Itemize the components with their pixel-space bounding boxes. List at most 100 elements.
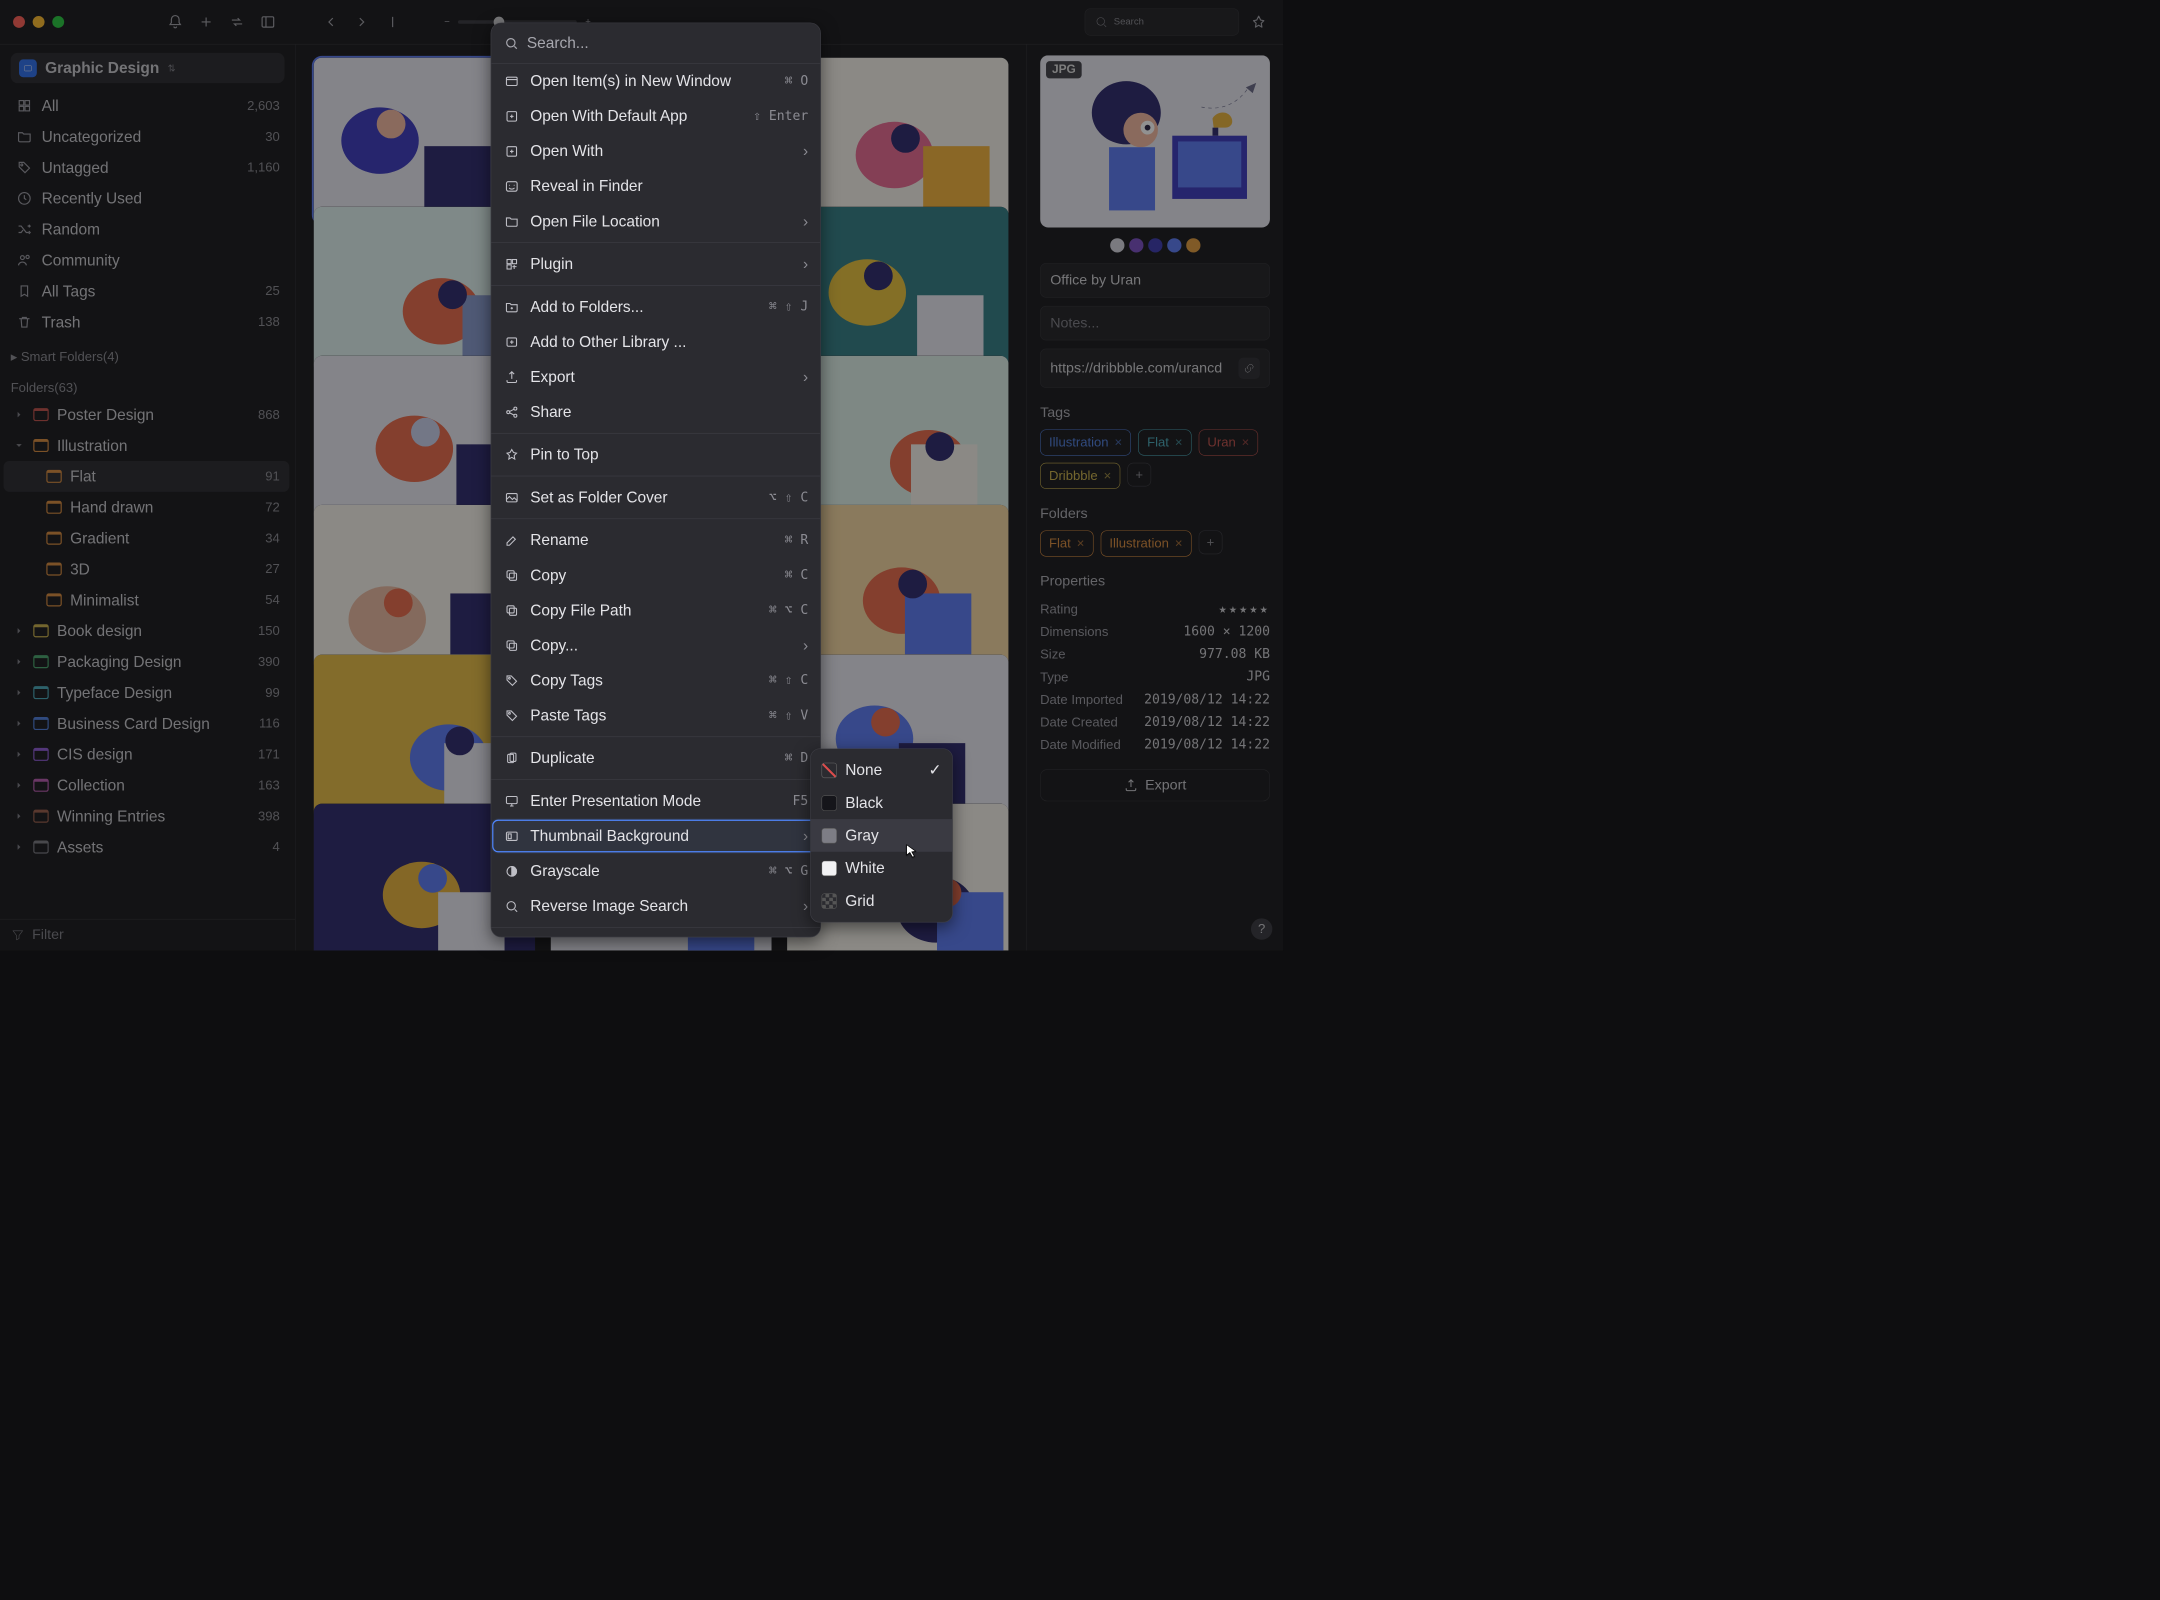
forward-icon[interactable] <box>350 11 373 34</box>
menu-reverse-image-search[interactable]: Reverse Image Search › <box>491 889 820 924</box>
library-switcher[interactable]: Graphic Design ⇅ <box>11 53 285 83</box>
folder-illustration[interactable]: Illustration <box>4 430 290 461</box>
url-field[interactable]: https://dribbble.com/urancd <box>1040 349 1270 388</box>
folders-label[interactable]: Folders(63) <box>0 368 295 399</box>
folder-count: 27 <box>265 561 280 576</box>
menu-share[interactable]: Share <box>491 394 820 429</box>
color-swatch[interactable] <box>1129 238 1143 252</box>
folder-assets[interactable]: Assets 4 <box>4 832 290 863</box>
menu-copy-file-path[interactable]: Copy File Path ⌘ ⌥ C <box>491 593 820 628</box>
remove-tag-icon[interactable]: × <box>1242 435 1250 450</box>
folder-typeface design[interactable]: Typeface Design 99 <box>4 677 290 708</box>
help-button[interactable]: ? <box>1251 918 1272 939</box>
folder-label: Assets <box>57 838 103 856</box>
submenu-white[interactable]: White <box>811 852 952 885</box>
menu-copy-[interactable]: Copy... › <box>491 628 820 663</box>
submenu-none[interactable]: None ✓ <box>811 754 952 787</box>
sidebar-filter[interactable]: Filter <box>0 919 295 950</box>
menu-add-to-folders-[interactable]: Add to Folders... ⌘ ⇧ J <box>491 289 820 324</box>
color-swatch[interactable] <box>1186 238 1200 252</box>
menu-open-with[interactable]: Open With › <box>491 134 820 169</box>
path-icon[interactable] <box>381 11 404 34</box>
remove-tag-icon[interactable]: × <box>1115 435 1123 450</box>
remove-folder-icon[interactable]: × <box>1175 536 1183 551</box>
menu-reveal-in-finder[interactable]: Reveal in Finder <box>491 169 820 204</box>
menu-open-with-default-app[interactable]: Open With Default App ⇧ Enter <box>491 99 820 134</box>
folder-chip[interactable]: Flat× <box>1040 531 1093 557</box>
context-menu-search[interactable]: Search... <box>491 23 820 63</box>
add-folder-button[interactable]: + <box>1199 531 1223 555</box>
sync-icon[interactable] <box>226 11 249 34</box>
subfolder-hand drawn[interactable]: Hand drawn 72 <box>4 492 290 523</box>
link-icon[interactable] <box>1238 358 1259 379</box>
menu-export[interactable]: Export › <box>491 359 820 394</box>
present-icon <box>503 794 521 808</box>
subfolder-flat[interactable]: Flat 91 <box>4 461 290 492</box>
menu-pin-to-top[interactable]: Pin to Top <box>491 437 820 472</box>
sidebar-item-all tags[interactable]: All Tags 25 <box>6 276 289 307</box>
menu-open-file-location[interactable]: Open File Location › <box>491 204 820 239</box>
add-tag-button[interactable]: + <box>1127 463 1151 487</box>
notifications-icon[interactable] <box>164 11 187 34</box>
smart-folders-label[interactable]: ▸Smart Folders(4) <box>0 337 295 368</box>
tag-chip[interactable]: Uran× <box>1199 430 1259 456</box>
sidebar-item-uncategorized[interactable]: Uncategorized 30 <box>6 121 289 152</box>
sidebar-toggle-icon[interactable] <box>257 11 280 34</box>
back-icon[interactable] <box>320 11 343 34</box>
submenu-gray[interactable]: Gray <box>811 819 952 852</box>
color-swatch[interactable] <box>1110 238 1124 252</box>
subfolder-3d[interactable]: 3D 27 <box>4 554 290 585</box>
sidebar-item-all[interactable]: All 2,603 <box>6 90 289 121</box>
menu-more-[interactable]: More... › <box>491 931 820 936</box>
folder-book design[interactable]: Book design 150 <box>4 615 290 646</box>
remove-tag-icon[interactable]: × <box>1175 435 1183 450</box>
sidebar-item-random[interactable]: Random <box>6 214 289 245</box>
tag-chip[interactable]: Illustration× <box>1040 430 1131 456</box>
zoom-window[interactable] <box>52 16 64 28</box>
global-search[interactable]: Search <box>1085 8 1239 35</box>
menu-plugin[interactable]: Plugin › <box>491 247 820 282</box>
sidebar-item-community[interactable]: Community <box>6 245 289 276</box>
menu-copy-tags[interactable]: Copy Tags ⌘ ⇧ C <box>491 663 820 698</box>
folder-packaging design[interactable]: Packaging Design 390 <box>4 646 290 677</box>
menu-rename[interactable]: Rename ⌘ R <box>491 523 820 558</box>
folder-cis design[interactable]: CIS design 171 <box>4 739 290 770</box>
subfolder-minimalist[interactable]: Minimalist 54 <box>4 584 290 615</box>
menu-shortcut: ⌘ O <box>785 74 809 89</box>
menu-set-as-folder-cover[interactable]: Set as Folder Cover ⌥ ⇧ C <box>491 480 820 515</box>
notes-field[interactable]: Notes... <box>1040 306 1270 340</box>
menu-enter-presentation-mode[interactable]: Enter Presentation Mode F5 <box>491 783 820 818</box>
menu-copy[interactable]: Copy ⌘ C <box>491 558 820 593</box>
export-button[interactable]: Export <box>1040 769 1270 801</box>
caret-icon <box>13 811 25 821</box>
sidebar-item-recently used[interactable]: Recently Used <box>6 183 289 214</box>
folder-poster design[interactable]: Poster Design 868 <box>4 399 290 430</box>
menu-grayscale[interactable]: Grayscale ⌘ ⌥ G <box>491 854 820 889</box>
add-icon[interactable] <box>195 11 218 34</box>
folder-chip[interactable]: Illustration× <box>1100 531 1191 557</box>
menu-open-item-s-in-new-window[interactable]: Open Item(s) in New Window ⌘ O <box>491 64 820 99</box>
color-swatch[interactable] <box>1167 238 1181 252</box>
menu-duplicate[interactable]: Duplicate ⌘ D <box>491 741 820 776</box>
folder-collection[interactable]: Collection 163 <box>4 770 290 801</box>
close-window[interactable] <box>13 16 25 28</box>
submenu-grid[interactable]: Grid <box>811 884 952 917</box>
pin-icon[interactable] <box>1247 11 1270 34</box>
folder-business card design[interactable]: Business Card Design 116 <box>4 708 290 739</box>
tag-chip[interactable]: Dribbble× <box>1040 463 1120 489</box>
remove-tag-icon[interactable]: × <box>1104 468 1112 483</box>
inspector-preview[interactable]: JPG <box>1040 55 1270 227</box>
folder-winning entries[interactable]: Winning Entries 398 <box>4 801 290 832</box>
color-swatch[interactable] <box>1148 238 1162 252</box>
menu-add-to-other-library-[interactable]: Add to Other Library ... <box>491 324 820 359</box>
remove-folder-icon[interactable]: × <box>1077 536 1085 551</box>
title-field[interactable]: Office by Uran <box>1040 263 1270 297</box>
menu-paste-tags[interactable]: Paste Tags ⌘ ⇧ V <box>491 698 820 733</box>
subfolder-gradient[interactable]: Gradient 34 <box>4 523 290 554</box>
menu-thumbnail-background[interactable]: Thumbnail Background › <box>491 819 820 854</box>
sidebar-item-untagged[interactable]: Untagged 1,160 <box>6 152 289 183</box>
submenu-black[interactable]: Black <box>811 786 952 819</box>
tag-chip[interactable]: Flat× <box>1138 430 1191 456</box>
minimize-window[interactable] <box>33 16 45 28</box>
sidebar-item-trash[interactable]: Trash 138 <box>6 307 289 338</box>
